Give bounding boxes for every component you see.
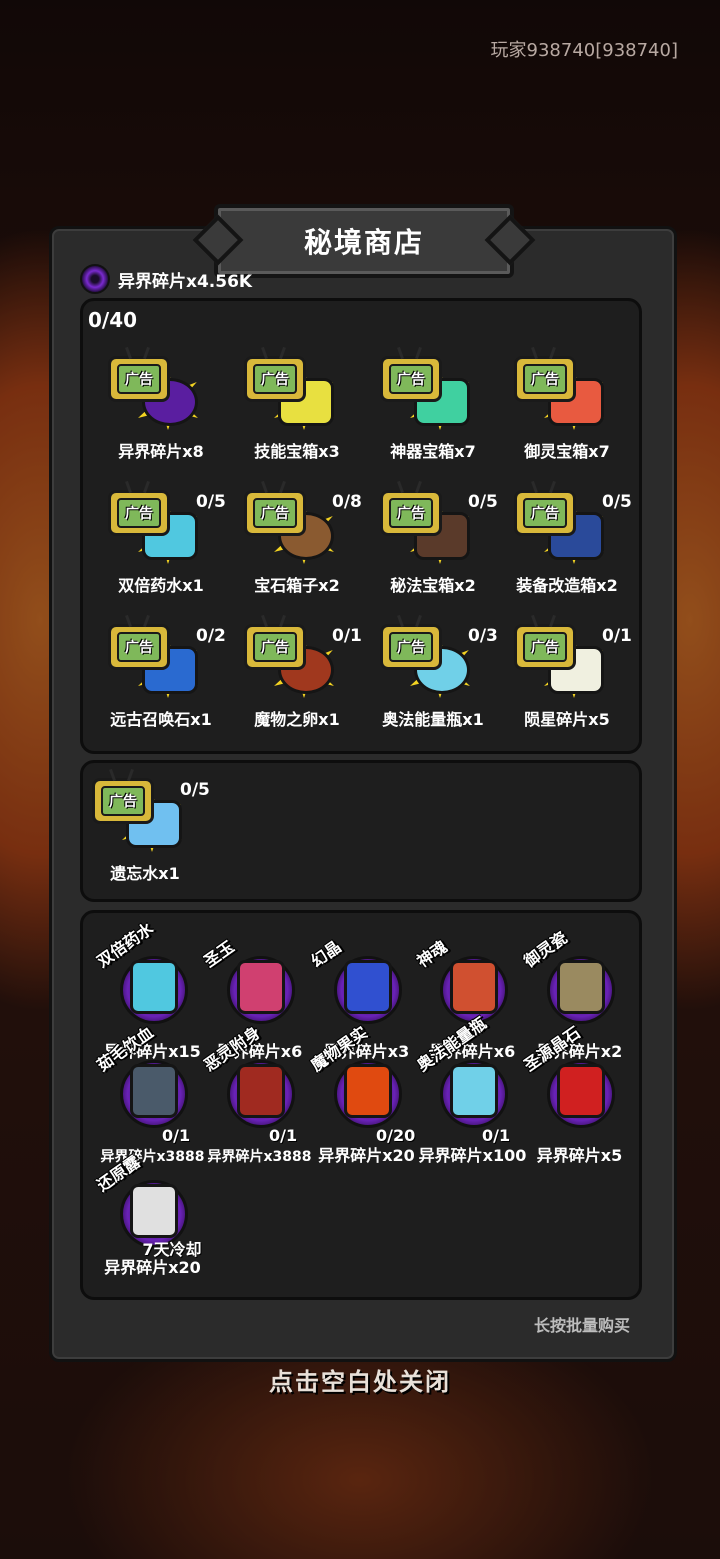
close-hint[interactable]: 点击空白处关闭 — [0, 1362, 720, 1397]
item-label: 双倍药水x1 — [118, 576, 204, 595]
ad-shop-item[interactable]: 广告御灵宝箱x7 — [502, 344, 632, 464]
ad-counter: 0/40 — [88, 308, 138, 332]
purchase-limit: 0/1 — [162, 1126, 191, 1145]
ad-tv-icon: 广告 — [108, 624, 170, 670]
ad-badge: 广告 — [253, 632, 297, 662]
ad-badge: 广告 — [253, 498, 297, 528]
ad-tv-icon: 广告 — [380, 356, 442, 402]
purchase-limit: 0/2 — [196, 626, 226, 646]
item-label: 神器宝箱x7 — [390, 442, 476, 461]
fragment-swirl-icon — [80, 264, 110, 294]
knight-icon — [130, 1064, 178, 1118]
holy-crystal-icon — [557, 1064, 605, 1118]
ad-shop-item[interactable]: 广告 0/3 奥法能量瓶x1 — [368, 612, 498, 732]
demon-icon — [237, 1064, 285, 1118]
item-label: 技能宝箱x3 — [254, 442, 340, 461]
ad-badge: 广告 — [523, 632, 567, 662]
exchange-shop-item[interactable]: 魔物果实 0/20 异界碎片x20 — [307, 1023, 419, 1165]
arcane-flask-icon — [450, 1064, 498, 1118]
exchange-shop-item[interactable]: 还原露 7天冷却 异界碎片x20 — [93, 1150, 205, 1280]
player-id: 玩家938740[938740] — [490, 40, 678, 61]
ad-shop-item[interactable]: 广告 0/8 宝石箱子x2 — [232, 478, 362, 598]
ad-badge: 广告 — [523, 364, 567, 394]
ad-shop-item[interactable]: 广告 0/5 双倍药水x1 — [96, 478, 226, 598]
exchange-shop-item[interactable]: 奥法能量瓶 0/1 异界碎片x100 — [413, 1014, 526, 1165]
item-label: 装备改造箱x2 — [516, 576, 618, 595]
ad-tv-icon: 广告 — [514, 356, 576, 402]
ad-badge: 广告 — [117, 632, 161, 662]
phantom-crystal-icon — [344, 960, 392, 1014]
ad-badge: 广告 — [101, 786, 145, 816]
item-price: 异界碎片x5 — [536, 1146, 623, 1165]
divine-soul-icon — [450, 960, 498, 1014]
ad-badge: 广告 — [523, 498, 567, 528]
monster-fruit-icon — [344, 1064, 392, 1118]
ad-badge: 广告 — [389, 364, 433, 394]
ad-tv-icon: 广告 — [514, 490, 576, 536]
bulk-buy-hint: 长按批量购买 — [533, 1316, 630, 1335]
exchange-shop-item[interactable]: 茹毛饮血 0/1 异界碎片x3888 — [93, 1023, 205, 1165]
ad-tv-icon: 广告 — [244, 356, 306, 402]
shop-title: 秘境商店 — [214, 204, 514, 278]
ad-shop-item[interactable]: 广告 0/5 遗忘水x1 — [80, 766, 210, 886]
item-label: 陨星碎片x5 — [524, 710, 610, 729]
item-price: 异界碎片x20 — [104, 1258, 201, 1277]
ad-badge: 广告 — [253, 364, 297, 394]
purchase-limit: 0/1 — [602, 626, 632, 646]
restore-dew-icon — [130, 1184, 178, 1238]
ad-badge: 广告 — [389, 632, 433, 662]
ad-tv-icon: 广告 — [380, 490, 442, 536]
purchase-limit: 0/5 — [602, 492, 632, 512]
item-label: 宝石箱子x2 — [254, 576, 340, 595]
purchase-limit: 0/1 — [332, 626, 362, 646]
ad-tv-icon: 广告 — [514, 624, 576, 670]
ad-tv-icon: 广告 — [92, 778, 154, 824]
item-label: 御灵宝箱x7 — [524, 442, 610, 461]
purchase-limit: 0/3 — [468, 626, 498, 646]
ad-tv-icon: 广告 — [108, 356, 170, 402]
ad-shop-item[interactable]: 广告 0/2 远古召唤石x1 — [96, 612, 226, 732]
item-label: 秘法宝箱x2 — [390, 576, 476, 595]
exchange-shop-item[interactable]: 恶灵附身 0/1 异界碎片x3888 — [200, 1023, 312, 1165]
hourglass-potion-icon — [130, 960, 178, 1014]
purchase-limit: 0/8 — [332, 492, 362, 512]
ad-tv-icon: 广告 — [108, 490, 170, 536]
ad-badge: 广告 — [389, 498, 433, 528]
holy-jade-icon — [237, 960, 285, 1014]
ad-shop-item[interactable]: 广告 0/1 魔物之卵x1 — [232, 612, 362, 732]
ad-shop-item[interactable]: 广告异界碎片x8 — [96, 344, 226, 464]
purchase-limit: 0/1 — [269, 1126, 298, 1145]
item-label: 异界碎片x8 — [118, 442, 204, 461]
purchase-limit: 0/5 — [180, 780, 210, 800]
ad-tv-icon: 广告 — [244, 490, 306, 536]
ad-tv-icon: 广告 — [244, 624, 306, 670]
ad-shop-item[interactable]: 广告技能宝箱x3 — [232, 344, 362, 464]
ad-shop-item[interactable]: 广告 0/5 装备改造箱x2 — [502, 478, 632, 598]
ad-tv-icon: 广告 — [380, 624, 442, 670]
item-label: 远古召唤石x1 — [110, 710, 212, 729]
ad-shop-item[interactable]: 广告神器宝箱x7 — [368, 344, 498, 464]
item-label: 奥法能量瓶x1 — [382, 710, 484, 729]
spirit-vase-icon — [557, 960, 605, 1014]
exchange-shop-item[interactable]: 圣源晶石 异界碎片x5 — [520, 1023, 632, 1165]
item-label: 魔物之卵x1 — [254, 710, 340, 729]
ad-badge: 广告 — [117, 498, 161, 528]
purchase-limit: 0/5 — [468, 492, 498, 512]
ad-shop-item[interactable]: 广告 0/1 陨星碎片x5 — [502, 612, 632, 732]
ad-badge: 广告 — [117, 364, 161, 394]
currency-amount: 异界碎片x4.56K — [118, 271, 253, 292]
ad-shop-item[interactable]: 广告 0/5 秘法宝箱x2 — [368, 478, 498, 598]
item-label: 遗忘水x1 — [110, 864, 180, 883]
purchase-limit: 0/5 — [196, 492, 226, 512]
currency-display: 异界碎片x4.56K — [80, 264, 252, 294]
